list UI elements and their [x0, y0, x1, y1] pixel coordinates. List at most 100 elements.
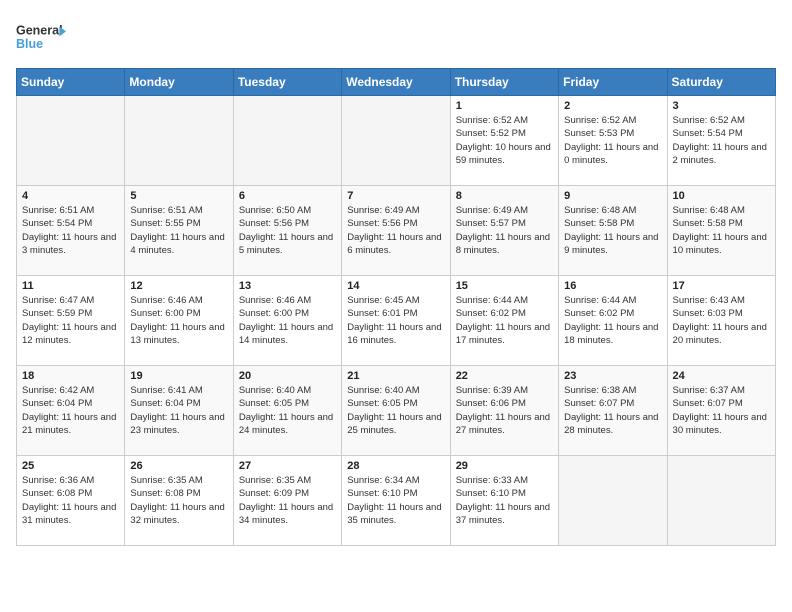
day-info: Sunrise: 6:36 AMSunset: 6:08 PMDaylight:… — [22, 474, 119, 527]
svg-text:General: General — [16, 24, 63, 38]
day-info: Sunrise: 6:49 AMSunset: 5:56 PMDaylight:… — [347, 204, 444, 257]
day-info: Sunrise: 6:48 AMSunset: 5:58 PMDaylight:… — [564, 204, 661, 257]
calendar-cell: 11 Sunrise: 6:47 AMSunset: 5:59 PMDayligh… — [17, 276, 125, 366]
calendar-cell: 4Sunrise: 6:51 AMSunset: 5:54 PMDaylight… — [17, 186, 125, 276]
calendar-week-row: 25Sunrise: 6:36 AMSunset: 6:08 PMDayligh… — [17, 456, 776, 546]
day-number: 14 — [347, 280, 444, 292]
day-info: Sunrise: 6:41 AMSunset: 6:04 PMDaylight:… — [130, 384, 227, 437]
day-info: Sunrise: 6:52 AMSunset: 5:53 PMDaylight:… — [564, 114, 661, 167]
calendar-cell: 7 Sunrise: 6:49 AMSunset: 5:56 PMDaylight… — [342, 186, 450, 276]
calendar-week-row: 4Sunrise: 6:51 AMSunset: 5:54 PMDaylight… — [17, 186, 776, 276]
day-number: 12 — [130, 280, 227, 292]
day-info: Sunrise: 6:51 AMSunset: 5:54 PMDaylight:… — [22, 204, 119, 257]
calendar-cell: 26 Sunrise: 6:35 AMSunset: 6:08 PMDayligh… — [125, 456, 233, 546]
day-info: Sunrise: 6:42 AMSunset: 6:04 PMDaylight:… — [22, 384, 119, 437]
day-info: Sunrise: 6:37 AMSunset: 6:07 PMDaylight:… — [673, 384, 770, 437]
day-info: Sunrise: 6:43 AMSunset: 6:03 PMDaylight:… — [673, 294, 770, 347]
day-number: 2 — [564, 100, 661, 112]
day-info: Sunrise: 6:48 AMSunset: 5:58 PMDaylight:… — [673, 204, 770, 257]
day-number: 8 — [456, 190, 553, 202]
day-number: 23 — [564, 370, 661, 382]
calendar-cell: 9 Sunrise: 6:48 AMSunset: 5:58 PMDaylight… — [559, 186, 667, 276]
day-number: 22 — [456, 370, 553, 382]
day-info: Sunrise: 6:51 AMSunset: 5:55 PMDaylight:… — [130, 204, 227, 257]
day-info: Sunrise: 6:35 AMSunset: 6:09 PMDaylight:… — [239, 474, 336, 527]
day-info: Sunrise: 6:46 AMSunset: 6:00 PMDaylight:… — [130, 294, 227, 347]
day-number: 29 — [456, 460, 553, 472]
calendar-cell: 19 Sunrise: 6:41 AMSunset: 6:04 PMDayligh… — [125, 366, 233, 456]
weekday-header: Wednesday — [342, 69, 450, 96]
day-info: Sunrise: 6:35 AMSunset: 6:08 PMDaylight:… — [130, 474, 227, 527]
day-number: 10 — [673, 190, 770, 202]
day-info: Sunrise: 6:44 AMSunset: 6:02 PMDaylight:… — [456, 294, 553, 347]
calendar-cell: 20 Sunrise: 6:40 AMSunset: 6:05 PMDayligh… — [233, 366, 341, 456]
day-number: 18 — [22, 370, 119, 382]
day-number: 17 — [673, 280, 770, 292]
calendar-table: SundayMondayTuesdayWednesdayThursdayFrid… — [16, 68, 776, 546]
day-info: Sunrise: 6:50 AMSunset: 5:56 PMDaylight:… — [239, 204, 336, 257]
calendar-cell: 27Sunrise: 6:35 AMSunset: 6:09 PMDayligh… — [233, 456, 341, 546]
day-number: 28 — [347, 460, 444, 472]
calendar-cell: 21 Sunrise: 6:40 AMSunset: 6:05 PMDayligh… — [342, 366, 450, 456]
day-number: 9 — [564, 190, 661, 202]
calendar-cell: 16Sunrise: 6:44 AMSunset: 6:02 PMDayligh… — [559, 276, 667, 366]
calendar-cell: 5 Sunrise: 6:51 AMSunset: 5:55 PMDaylight… — [125, 186, 233, 276]
calendar-week-row: 1Sunrise: 6:52 AMSunset: 5:52 PMDaylight… — [17, 96, 776, 186]
calendar-cell: 28 Sunrise: 6:34 AMSunset: 6:10 PMDayligh… — [342, 456, 450, 546]
calendar-week-row: 18 Sunrise: 6:42 AMSunset: 6:04 PMDayligh… — [17, 366, 776, 456]
day-number: 15 — [456, 280, 553, 292]
day-number: 3 — [673, 100, 770, 112]
calendar-cell — [559, 456, 667, 546]
day-number: 7 — [347, 190, 444, 202]
calendar-cell — [125, 96, 233, 186]
calendar-cell: 24 Sunrise: 6:37 AMSunset: 6:07 PMDayligh… — [667, 366, 775, 456]
calendar-cell — [17, 96, 125, 186]
day-info: Sunrise: 6:44 AMSunset: 6:02 PMDaylight:… — [564, 294, 661, 347]
calendar-cell: 22Sunrise: 6:39 AMSunset: 6:06 PMDayligh… — [450, 366, 558, 456]
weekday-header: Thursday — [450, 69, 558, 96]
day-number: 20 — [239, 370, 336, 382]
day-info: Sunrise: 6:47 AMSunset: 5:59 PMDaylight:… — [22, 294, 119, 347]
calendar-cell: 29 Sunrise: 6:33 AMSunset: 6:10 PMDayligh… — [450, 456, 558, 546]
svg-text:Blue: Blue — [16, 37, 43, 51]
day-number: 6 — [239, 190, 336, 202]
day-number: 13 — [239, 280, 336, 292]
calendar-cell: 14Sunrise: 6:45 AMSunset: 6:01 PMDayligh… — [342, 276, 450, 366]
weekday-header: Saturday — [667, 69, 775, 96]
calendar-cell: 10 Sunrise: 6:48 AMSunset: 5:58 PMDayligh… — [667, 186, 775, 276]
logo: General Blue — [16, 16, 66, 60]
day-info: Sunrise: 6:46 AMSunset: 6:00 PMDaylight:… — [239, 294, 336, 347]
day-info: Sunrise: 6:52 AMSunset: 5:54 PMDaylight:… — [673, 114, 770, 167]
day-info: Sunrise: 6:40 AMSunset: 6:05 PMDaylight:… — [347, 384, 444, 437]
calendar-cell: 15 Sunrise: 6:44 AMSunset: 6:02 PMDayligh… — [450, 276, 558, 366]
calendar-cell: 12 Sunrise: 6:46 AMSunset: 6:00 PMDayligh… — [125, 276, 233, 366]
calendar-cell: 2 Sunrise: 6:52 AMSunset: 5:53 PMDaylight… — [559, 96, 667, 186]
calendar-cell: 23Sunrise: 6:38 AMSunset: 6:07 PMDayligh… — [559, 366, 667, 456]
weekday-header: Friday — [559, 69, 667, 96]
calendar-week-row: 11 Sunrise: 6:47 AMSunset: 5:59 PMDayligh… — [17, 276, 776, 366]
day-number: 19 — [130, 370, 227, 382]
day-info: Sunrise: 6:52 AMSunset: 5:52 PMDaylight:… — [456, 114, 553, 167]
logo-svg: General Blue — [16, 16, 66, 60]
day-info: Sunrise: 6:33 AMSunset: 6:10 PMDaylight:… — [456, 474, 553, 527]
calendar-cell: 18 Sunrise: 6:42 AMSunset: 6:04 PMDayligh… — [17, 366, 125, 456]
day-number: 11 — [22, 280, 119, 292]
day-number: 5 — [130, 190, 227, 202]
calendar-cell: 3 Sunrise: 6:52 AMSunset: 5:54 PMDaylight… — [667, 96, 775, 186]
calendar-cell — [342, 96, 450, 186]
weekday-header: Tuesday — [233, 69, 341, 96]
day-info: Sunrise: 6:49 AMSunset: 5:57 PMDaylight:… — [456, 204, 553, 257]
day-info: Sunrise: 6:40 AMSunset: 6:05 PMDaylight:… — [239, 384, 336, 437]
day-number: 26 — [130, 460, 227, 472]
calendar-cell — [233, 96, 341, 186]
day-number: 24 — [673, 370, 770, 382]
calendar-cell — [667, 456, 775, 546]
calendar-cell: 17 Sunrise: 6:43 AMSunset: 6:03 PMDayligh… — [667, 276, 775, 366]
weekday-header: Monday — [125, 69, 233, 96]
day-number: 21 — [347, 370, 444, 382]
calendar-cell: 8 Sunrise: 6:49 AMSunset: 5:57 PMDaylight… — [450, 186, 558, 276]
calendar-cell: 6 Sunrise: 6:50 AMSunset: 5:56 PMDaylight… — [233, 186, 341, 276]
calendar-cell: 13 Sunrise: 6:46 AMSunset: 6:00 PMDayligh… — [233, 276, 341, 366]
weekday-header: Sunday — [17, 69, 125, 96]
day-info: Sunrise: 6:34 AMSunset: 6:10 PMDaylight:… — [347, 474, 444, 527]
